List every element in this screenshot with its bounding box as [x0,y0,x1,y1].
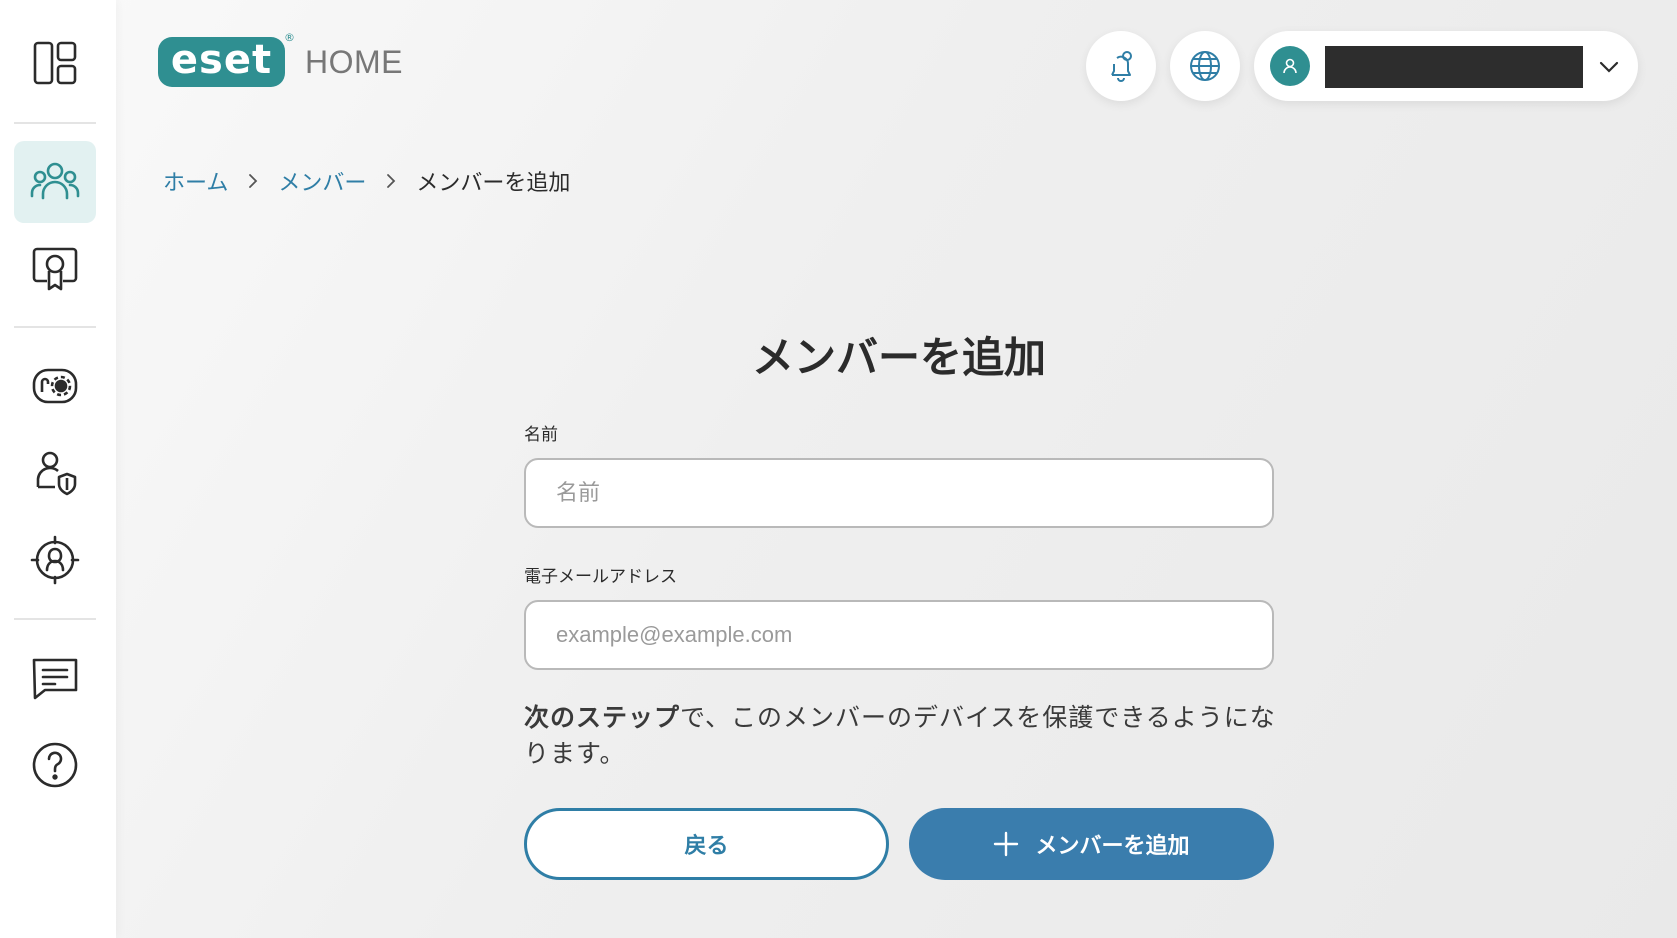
logo-text: eset [170,37,273,83]
add-member-button[interactable]: メンバーを追加 [909,808,1274,880]
help-icon [32,742,78,788]
sidebar-divider [14,122,96,124]
license-certificate-icon [32,247,78,291]
sidebar-item-dashboard[interactable] [14,22,96,104]
dashboard-icon [33,41,77,85]
language-button[interactable] [1170,31,1240,101]
sidebar-item-devices[interactable] [14,345,96,427]
feedback-message-icon [32,658,78,700]
back-button-label: 戻る [684,834,729,859]
sidebar-divider [14,326,96,328]
back-button[interactable]: 戻る [524,808,889,880]
next-step-bold: 次のステップ [524,703,681,732]
eset-logo-badge: eset ® [158,31,295,87]
sidebar-item-identity[interactable] [14,519,96,601]
logo-registered-mark: ® [284,31,295,44]
email-label: 電子メールアドレス [524,567,677,587]
logo-home-text: HOME [305,43,403,80]
breadcrumb: ホーム メンバー メンバーを追加 [163,166,570,196]
name-input[interactable] [524,458,1274,528]
email-input[interactable] [524,600,1274,670]
breadcrumb-home[interactable]: ホーム [163,165,228,197]
account-menu[interactable] [1254,31,1638,101]
page-title: メンバーを追加 [751,333,1046,382]
avatar [1270,46,1310,86]
chevron-right-icon [249,174,258,188]
sidebar-divider [14,618,96,620]
account-name-redacted [1325,46,1583,88]
device-settings-icon [32,368,78,404]
globe-icon [1190,51,1220,81]
notifications-button[interactable] [1086,31,1156,101]
chevron-down-icon[interactable] [1597,55,1621,79]
sidebar-item-licenses[interactable] [14,228,96,310]
breadcrumb-current: メンバーを追加 [416,171,571,196]
chevron-right-icon [387,174,396,188]
user-icon [1283,58,1297,74]
sidebar-item-help[interactable] [14,724,96,806]
name-label: 名前 [524,425,558,445]
plus-icon [994,831,1019,857]
sidebar-item-parental[interactable] [14,432,96,514]
user-shield-icon [36,451,77,496]
sidebar-item-feedback[interactable] [14,637,96,719]
sidebar [0,0,116,938]
breadcrumb-members[interactable]: メンバー [278,165,366,197]
bell-icon [1111,51,1132,82]
sidebar-item-members[interactable] [14,141,96,223]
next-step-info: 次のステップで、このメンバーのデバイスを保護できるようになります。 [524,700,1284,772]
people-icon [30,162,80,200]
identity-protection-icon [30,535,80,585]
add-member-button-label: メンバーを追加 [1035,834,1190,859]
eset-home-logo[interactable]: eset ® HOME [158,31,403,90]
